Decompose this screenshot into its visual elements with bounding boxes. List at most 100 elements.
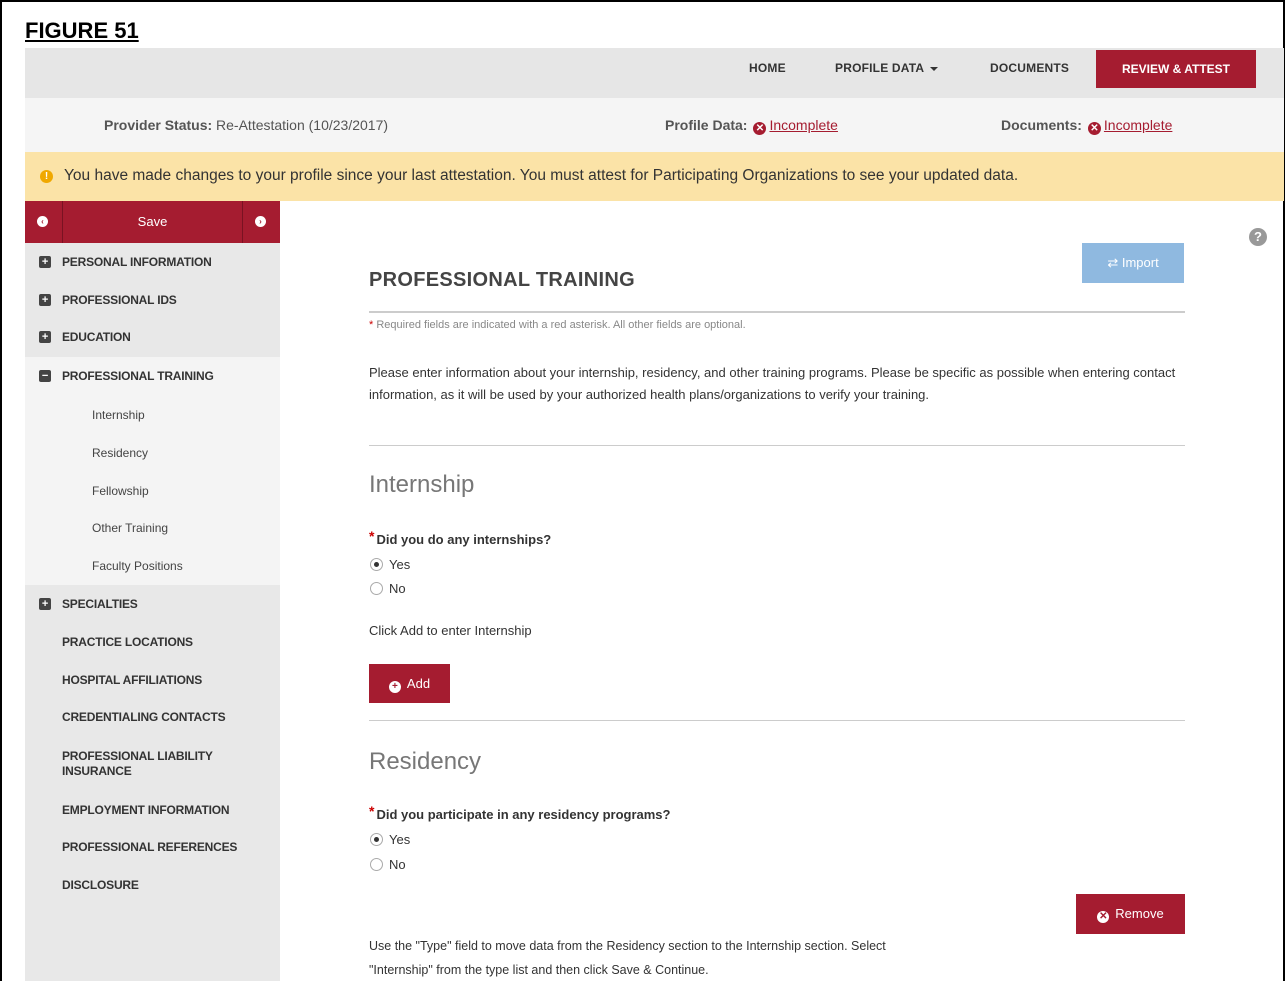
documents-status: Documents: ✕ Incomplete [1001, 117, 1172, 135]
internship-section-title: Internship [369, 471, 475, 498]
page-title: PROFESSIONAL TRAINING [369, 269, 635, 291]
sidebar-item-label: PERSONAL INFORMATION [62, 255, 212, 269]
internship-question-text: Did you do any internships? [376, 532, 552, 547]
minus-box-icon: − [39, 370, 51, 382]
plus-circle-icon: + [388, 681, 401, 693]
sidebar-item-label: PROFESSIONAL IDS [62, 293, 177, 307]
residency-no-option[interactable]: No [370, 857, 406, 875]
sidebar-item-professional-references[interactable]: PROFESSIONAL REFERENCES [25, 828, 280, 866]
x-circle-icon: ✕ [753, 122, 767, 135]
sidebar-item-label: SPECIALTIES [62, 597, 138, 611]
arrow-right-circle-icon: › [255, 216, 266, 227]
radio-unselected[interactable] [370, 858, 383, 871]
sidebar-item-label: HOSPITAL AFFILIATIONS [62, 673, 203, 687]
provider-status: Provider Status: Re-Attestation (10/23/2… [104, 117, 388, 133]
residency-question-text: Did you participate in any residency pro… [376, 807, 671, 822]
sidebar-subitem-other-training[interactable]: Other Training [92, 521, 168, 535]
nav-profile-data[interactable]: PROFILE DATA [835, 48, 939, 88]
arrow-left-circle-icon: ‹ [37, 216, 48, 227]
sidebar-item-personal-information[interactable]: + PERSONAL INFORMATION [25, 243, 280, 281]
sidebar-item-label: DISCLOSURE [62, 878, 139, 892]
provider-status-label: Provider Status: [104, 117, 213, 133]
plus-box-icon: + [39, 256, 51, 268]
remove-residency-button[interactable]: ✕ Remove [1076, 894, 1185, 934]
sidebar-item-practice-locations[interactable]: PRACTICE LOCATIONS [25, 623, 280, 661]
documents-incomplete-link[interactable]: Incomplete [1104, 117, 1172, 133]
nav-profile-data-label: PROFILE DATA [835, 61, 925, 75]
sidebar-item-label: CREDENTIALING CONTACTS [62, 710, 226, 724]
swap-arrows-icon: ⇄ [1107, 255, 1119, 270]
sidebar-item-disclosure[interactable]: DISCLOSURE [25, 866, 280, 904]
internship-add-hint: Click Add to enter Internship [369, 623, 532, 638]
radio-selected[interactable] [370, 558, 383, 571]
residency-yes-label: Yes [389, 832, 411, 847]
required-asterisk: * [369, 803, 375, 819]
add-internship-button[interactable]: + Add [369, 664, 450, 703]
plus-box-icon: + [39, 294, 51, 306]
divider [369, 445, 1185, 446]
internship-no-option[interactable]: No [370, 581, 406, 599]
sidebar-item-label: EMPLOYMENT INFORMATION [62, 803, 230, 817]
top-navigation: HOME PROFILE DATA DOCUMENTS REVIEW & ATT… [25, 48, 1284, 98]
professional-training-submenu: − PROFESSIONAL TRAINING Internship Resid… [25, 357, 280, 585]
x-circle-icon: ✕ [1087, 122, 1101, 135]
plus-box-icon: + [39, 598, 51, 610]
exclamation-circle-icon: ! [40, 170, 53, 183]
x-circle-icon: ✕ [1097, 911, 1110, 923]
residency-yes-option[interactable]: Yes [370, 832, 410, 850]
sidebar-item-professional-training[interactable]: − PROFESSIONAL TRAINING [25, 357, 280, 395]
sidebar-subitem-faculty-positions[interactable]: Faculty Positions [92, 559, 183, 573]
residency-question: * Did you participate in any residency pr… [369, 803, 670, 822]
radio-unselected[interactable] [370, 582, 383, 595]
residency-section-title: Residency [369, 748, 482, 775]
caret-down-icon [930, 66, 939, 71]
documents-label: Documents: [1001, 117, 1082, 133]
required-asterisk: * [369, 528, 375, 544]
save-button[interactable]: Save [63, 201, 242, 243]
sidebar-item-professional-ids[interactable]: + PROFESSIONAL IDS [25, 281, 280, 319]
next-button[interactable]: › [242, 201, 280, 243]
add-label: Add [406, 676, 431, 691]
figure-label: FIGURE 51 [25, 18, 139, 43]
radio-selected[interactable] [370, 833, 383, 846]
profile-data-status: Profile Data: ✕ Incomplete [665, 117, 838, 135]
sidebar-subitem-residency[interactable]: Residency [92, 446, 148, 460]
status-bar: Provider Status: Re-Attestation (10/23/2… [25, 98, 1284, 152]
help-icon[interactable]: ? [1249, 228, 1267, 246]
required-note-text: Required fields are indicated with a red… [376, 319, 746, 331]
sidebar-item-employment-information[interactable]: EMPLOYMENT INFORMATION [25, 791, 280, 829]
sidebar-item-education[interactable]: + EDUCATION [25, 318, 280, 356]
sidebar: ‹ Save › + PERSONAL INFORMATION + PROFES… [25, 201, 280, 981]
sidebar-item-specialties[interactable]: + SPECIALTIES [25, 585, 280, 623]
internship-yes-label: Yes [389, 557, 411, 572]
internship-yes-option[interactable]: Yes [370, 557, 410, 575]
divider [369, 720, 1185, 721]
provider-status-value: Re-Attestation (10/23/2017) [216, 117, 389, 133]
nav-review-attest[interactable]: REVIEW & ATTEST [1096, 50, 1256, 88]
required-note: * Required fields are indicated with a r… [369, 319, 746, 331]
residency-no-label: No [389, 857, 406, 872]
required-asterisk: * [369, 319, 374, 331]
sidebar-item-label: PROFESSIONAL TRAINING [62, 369, 214, 383]
nav-documents[interactable]: DOCUMENTS [990, 48, 1069, 88]
residency-type-note: Use the "Type" field to move data from t… [369, 939, 886, 977]
sidebar-subitem-internship[interactable]: Internship [92, 408, 145, 422]
attestation-alert: ! You have made changes to your profile … [25, 152, 1284, 201]
profile-data-label: Profile Data: [665, 117, 748, 133]
save-bar: ‹ Save › [25, 201, 280, 243]
divider [369, 311, 1185, 313]
plus-box-icon: + [39, 331, 51, 343]
sidebar-item-hospital-affiliations[interactable]: HOSPITAL AFFILIATIONS [25, 661, 280, 699]
internship-question: * Did you do any internships? [369, 528, 551, 547]
import-button[interactable]: ⇄ Import [1082, 243, 1184, 283]
alert-text: You have made changes to your profile si… [64, 167, 1019, 184]
profile-data-incomplete-link[interactable]: Incomplete [769, 117, 837, 133]
sidebar-item-label: PROFESSIONAL REFERENCES [62, 840, 238, 854]
sidebar-item-credentialing-contacts[interactable]: CREDENTIALING CONTACTS [25, 698, 280, 736]
intro-text: Please enter information about your inte… [369, 365, 1176, 402]
internship-no-label: No [389, 581, 406, 596]
sidebar-item-professional-liability-insurance[interactable]: PROFESSIONAL LIABILITY INSURANCE [25, 749, 225, 787]
sidebar-subitem-fellowship[interactable]: Fellowship [92, 484, 149, 498]
nav-home[interactable]: HOME [749, 48, 786, 88]
previous-button[interactable]: ‹ [25, 201, 63, 243]
